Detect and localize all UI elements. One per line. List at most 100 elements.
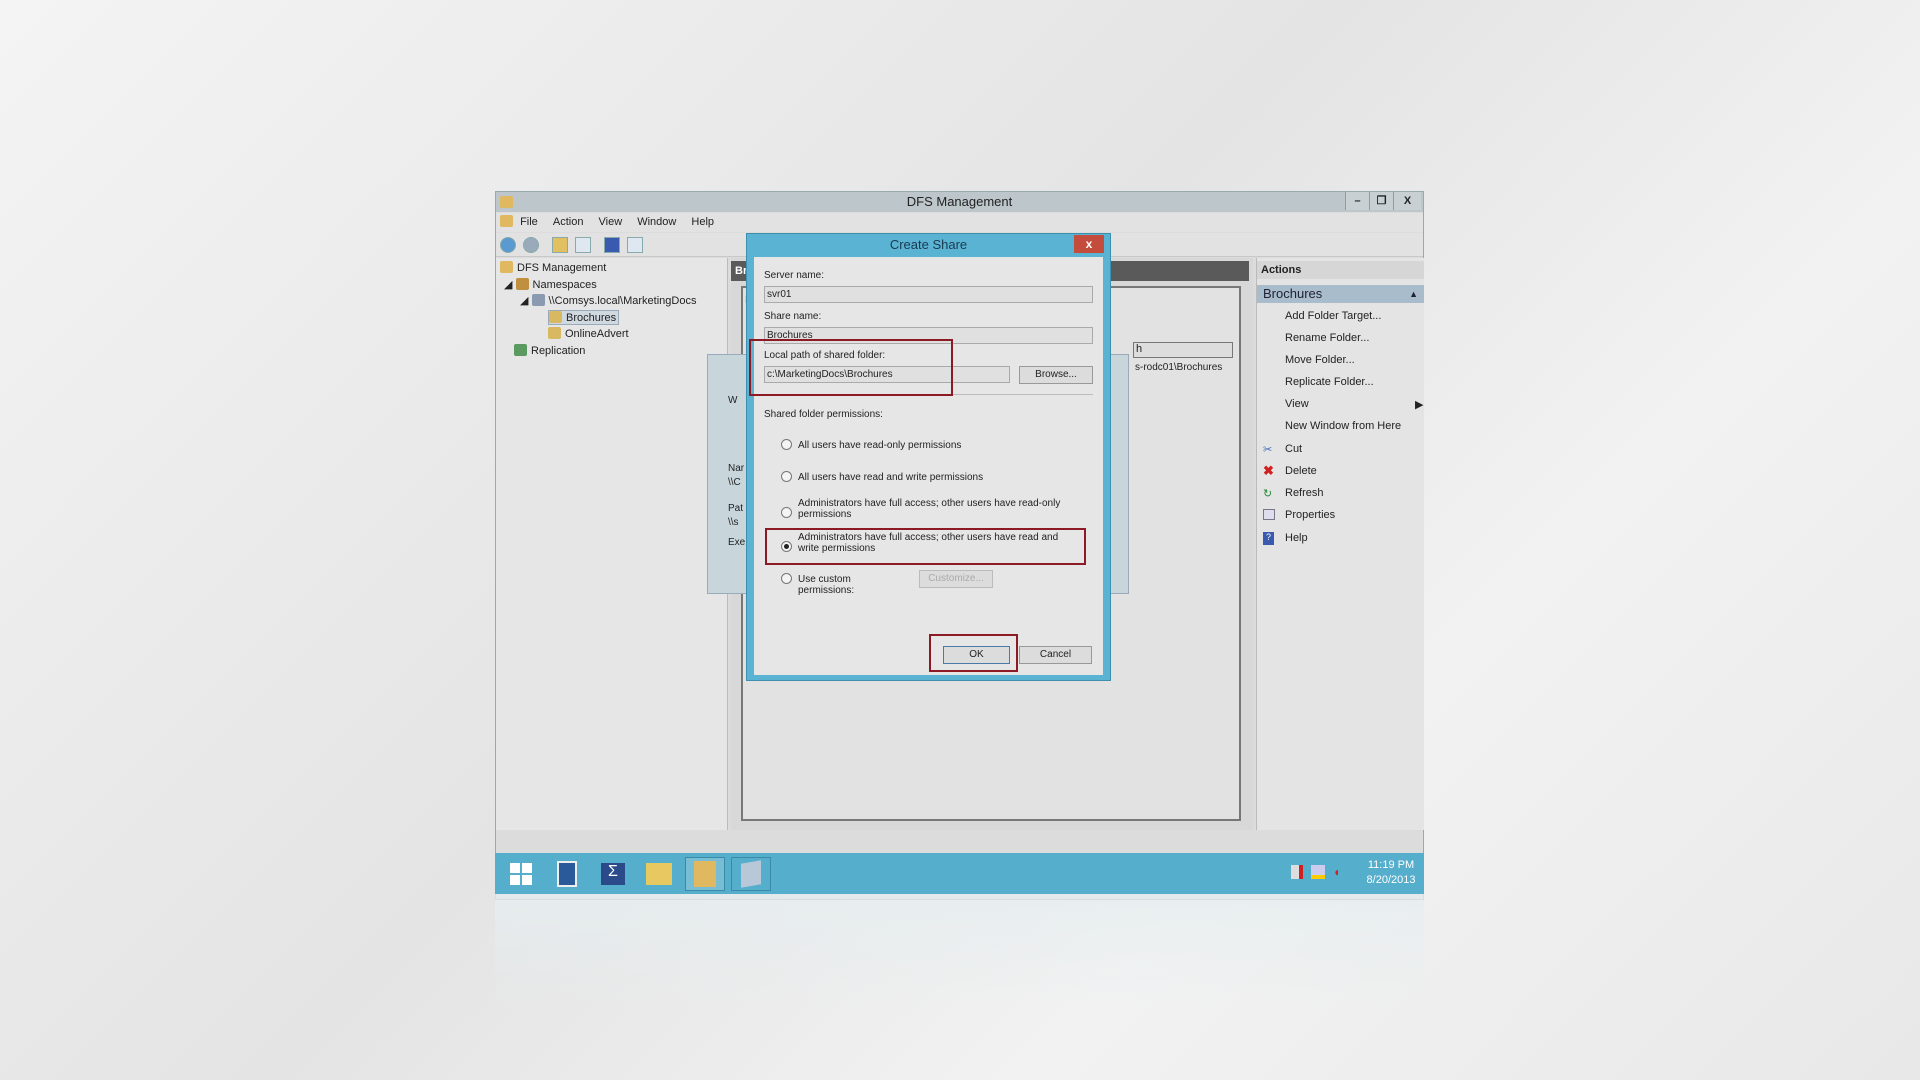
minimize-button[interactable]: –: [1345, 192, 1369, 210]
taskbar-server-manager[interactable]: [547, 857, 587, 891]
action-properties[interactable]: Properties: [1263, 509, 1335, 521]
replication-icon: [514, 344, 527, 356]
dfs-icon: [694, 861, 716, 887]
target-path-cell[interactable]: s-rodc01\Brochures: [1135, 362, 1222, 373]
cancel-button[interactable]: Cancel: [1019, 646, 1092, 664]
menu-action[interactable]: Action: [553, 213, 584, 232]
notepad-icon: [741, 860, 761, 888]
radio-read-only[interactable]: [781, 439, 792, 450]
namespace-icon: [531, 294, 545, 306]
actions-header: Actions: [1257, 261, 1424, 279]
customize-button[interactable]: Customize...: [919, 570, 993, 588]
start-button[interactable]: [501, 857, 541, 891]
radio-custom[interactable]: [781, 573, 792, 584]
folder-icon: [548, 327, 561, 339]
permissions-label: Shared folder permissions:: [764, 409, 883, 420]
network-icon[interactable]: [1311, 865, 1325, 879]
action-cut[interactable]: ✂ Cut: [1263, 443, 1302, 456]
menu-help[interactable]: Help: [691, 213, 714, 232]
action-move-folder[interactable]: Move Folder...: [1285, 354, 1355, 366]
tree-item-namespaces[interactable]: ◢ Namespaces: [504, 278, 597, 291]
dialog-title: Create Share: [889, 237, 968, 252]
close-button[interactable]: X: [1393, 192, 1421, 210]
help-icon: ?: [1263, 532, 1274, 545]
bg-label: Pat: [728, 503, 744, 514]
bg-label: Nar: [728, 463, 745, 474]
highlight-selected-permission: [765, 528, 1086, 565]
up-folder-icon[interactable]: [552, 237, 569, 253]
tree-item-onlineadvert[interactable]: OnlineAdvert: [548, 327, 629, 340]
clock[interactable]: 11:19 PM 8/20/2013: [1363, 859, 1419, 886]
radio-read-write[interactable]: [781, 471, 792, 482]
collapse-icon: ▲: [1409, 289, 1418, 299]
tree-item-marketingdocs[interactable]: ◢ \\Comsys.local\MarketingDocs: [520, 294, 696, 307]
namespaces-icon: [515, 278, 529, 290]
window-title-bar: DFS Management – ❐ X: [496, 192, 1423, 212]
server-name-input[interactable]: svr01: [764, 286, 1093, 303]
back-icon[interactable]: [500, 237, 516, 253]
action-center-flag-icon[interactable]: [1291, 865, 1303, 879]
action-replicate-folder[interactable]: Replicate Folder...: [1285, 376, 1374, 388]
forward-icon[interactable]: [523, 237, 540, 253]
refresh-icon: ↻: [1263, 488, 1273, 500]
bg-label: W: [728, 395, 738, 406]
properties-icon: [1263, 509, 1275, 520]
dfs-icon: [500, 261, 513, 273]
highlight-local-path: [749, 339, 953, 396]
menu-view[interactable]: View: [599, 213, 623, 232]
bg-label: \\s: [728, 517, 739, 528]
create-share-dialog: Create Share x Server name: svr01 Share …: [746, 233, 1111, 681]
powershell-icon: Σ: [601, 863, 625, 885]
help-icon[interactable]: [604, 237, 621, 253]
option-label: Administrators have full access; other u…: [798, 498, 1061, 520]
action-refresh[interactable]: ↻ Refresh: [1263, 487, 1324, 500]
menu-window[interactable]: Window: [637, 213, 676, 232]
app-icon: [500, 215, 513, 227]
bg-label: Exe: [728, 537, 746, 548]
server-name-label: Server name:: [764, 270, 825, 281]
option-label: All users have read-only permissions: [798, 440, 962, 451]
dialog-body: Server name: svr01 Share name: Brochures…: [754, 257, 1103, 675]
action-add-folder-target[interactable]: Add Folder Target...: [1285, 310, 1381, 322]
action-rename-folder[interactable]: Rename Folder...: [1285, 332, 1369, 344]
menu-bar: File Action View Window Help: [496, 213, 1423, 232]
delete-icon: ✖: [1263, 463, 1274, 478]
action-delete[interactable]: ✖ Delete: [1263, 463, 1317, 478]
action-new-window[interactable]: New Window from Here: [1285, 420, 1401, 432]
bg-label: \\C: [728, 477, 741, 488]
tree-item-dfs-management[interactable]: DFS Management: [500, 261, 606, 274]
folder-icon: [646, 863, 672, 885]
option-label: Use custom permissions:: [798, 574, 855, 596]
radio-admin-full-others-read[interactable]: [781, 507, 792, 518]
folder-icon: [549, 311, 562, 323]
browse-button[interactable]: Browse...: [1019, 366, 1093, 384]
taskbar-explorer[interactable]: [639, 857, 679, 891]
dfs-icon: [500, 196, 513, 208]
action-help[interactable]: ? Help: [1263, 532, 1308, 545]
window-title: DFS Management: [906, 194, 1013, 209]
share-name-label: Share name:: [764, 311, 822, 322]
volume-muted-icon[interactable]: ◖: [1333, 865, 1345, 879]
tree-item-replication[interactable]: Replication: [514, 344, 585, 357]
taskbar-powershell[interactable]: Σ: [593, 857, 633, 891]
show-hide-action-pane-icon[interactable]: [627, 237, 644, 253]
action-view[interactable]: View ▶: [1285, 398, 1423, 411]
show-hide-tree-icon[interactable]: [575, 237, 592, 253]
restore-button[interactable]: ❐: [1369, 192, 1393, 210]
dialog-close-button[interactable]: x: [1074, 235, 1104, 253]
reflection: [495, 894, 1424, 1007]
tree-item-brochures[interactable]: Brochures: [548, 310, 620, 325]
menu-file[interactable]: File: [520, 213, 538, 232]
windows-icon: [510, 863, 532, 885]
cut-icon: ✂: [1263, 444, 1273, 456]
actions-pane: Actions Brochures ▲ Add Folder Target... …: [1256, 258, 1424, 830]
console-tree: DFS Management ◢ Namespaces ◢ \\Comsys.l…: [496, 258, 728, 830]
taskbar-dfs-management[interactable]: [685, 857, 725, 891]
actions-section-brochures[interactable]: Brochures ▲: [1257, 285, 1424, 303]
highlight-ok-button: [929, 634, 1018, 672]
submenu-arrow-icon: ▶: [1415, 399, 1424, 411]
taskbar-notepad[interactable]: [731, 857, 771, 891]
path-column-header[interactable]: h: [1133, 342, 1233, 358]
option-label: All users have read and write permission…: [798, 472, 984, 483]
taskbar: Σ ◖ 11:19 PM 8/20/2013: [495, 853, 1424, 894]
